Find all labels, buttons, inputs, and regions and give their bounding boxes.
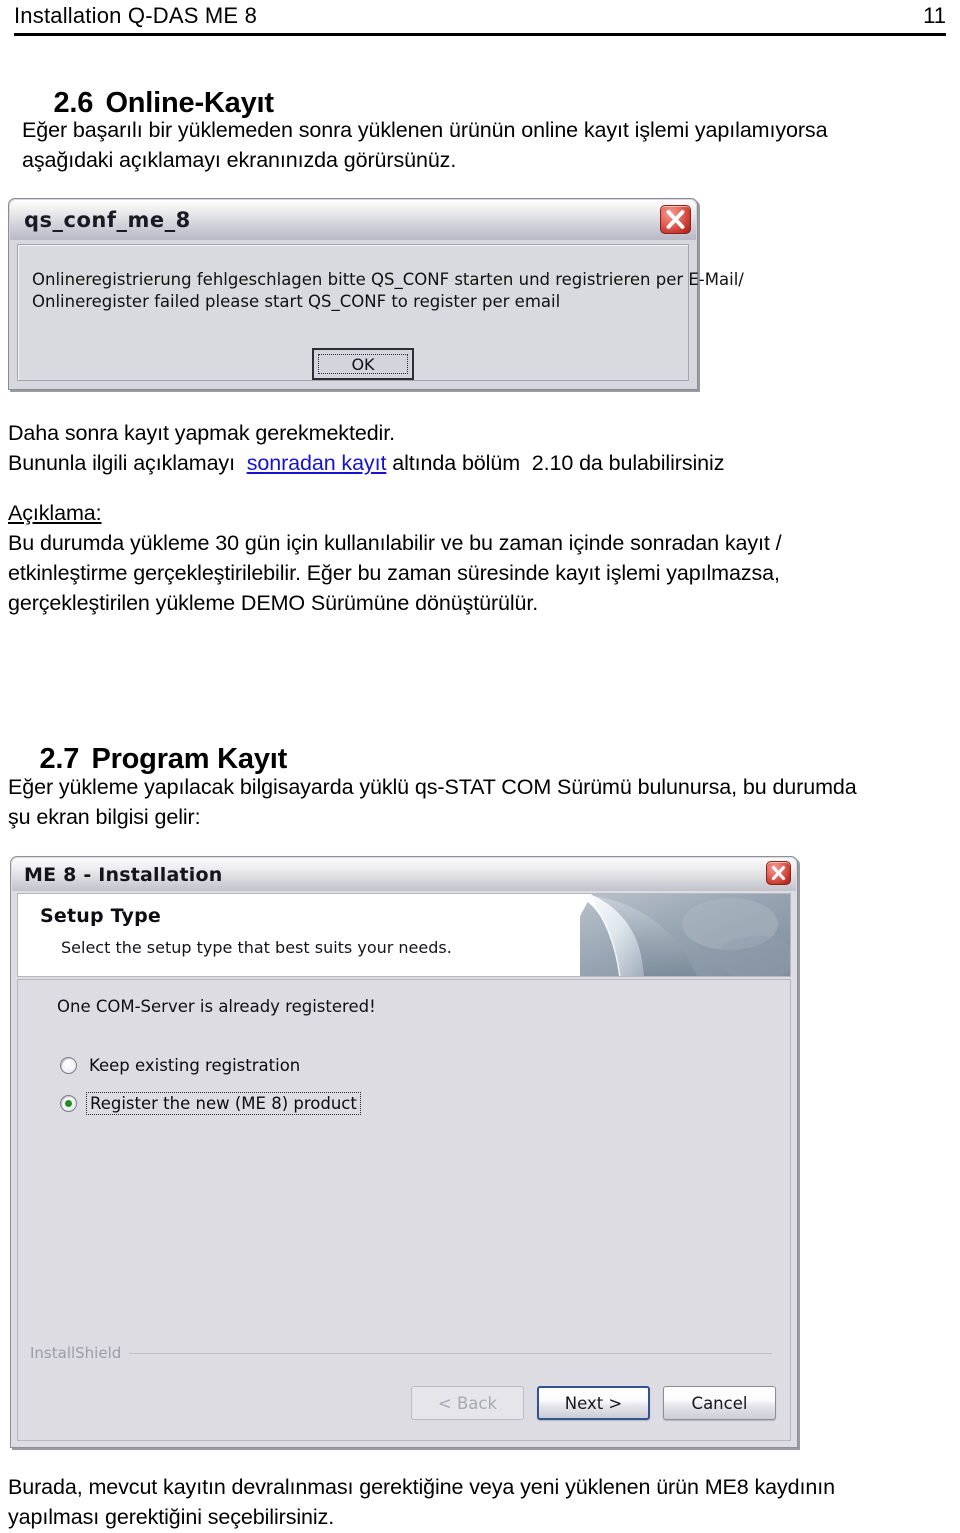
link-sonradan-kayit[interactable]: sonradan kayıt	[247, 451, 387, 475]
next-button-label: Next >	[564, 1393, 623, 1413]
dialog-title: ME 8 - Installation	[24, 863, 223, 886]
wizard-button-row: < Back Next > Cancel	[411, 1386, 776, 1420]
dialog-title-bar: qs_conf_me_8	[10, 200, 696, 240]
ok-button-label: OK	[318, 354, 408, 374]
paragraph-footer: Burada, mevcut kayıtın devralınması gere…	[8, 1472, 948, 1532]
radio-label: Register the new (ME 8) product	[86, 1091, 361, 1115]
banner-title: Setup Type	[40, 905, 161, 927]
paragraph-line: Eğer yükleme yapılacak bilgisayarda yükl…	[8, 775, 857, 799]
installshield-label: InstallShield	[30, 1344, 122, 1362]
radio-button-selected-icon[interactable]	[60, 1094, 77, 1112]
aciklama-heading: Açıklama:	[8, 501, 102, 525]
radio-register-new-product[interactable]: Register the new (ME 8) product	[60, 1090, 361, 1116]
banner-artwork-icon	[580, 894, 790, 976]
paragraph-line: Daha sonra kayıt yapmak gerekmektedir.	[8, 421, 395, 445]
text-before-link: Bununla ilgili açıklamayı	[8, 451, 247, 475]
paragraph-after-error: Daha sonra kayıt yapmak gerekmektedir. B…	[8, 418, 948, 478]
paragraph-line-with-link: Bununla ilgili açıklamayı sonradan kayıt…	[8, 448, 948, 478]
radio-label: Keep existing registration	[89, 1055, 301, 1075]
paragraph-line: Eğer başarılı bir yüklemeden sonra yükle…	[22, 118, 828, 142]
close-icon[interactable]	[766, 861, 791, 885]
dialog-title: qs_conf_me_8	[24, 208, 191, 232]
wizard-content: One COM-Server is already registered! Ke…	[17, 979, 791, 1441]
dialog-message-line: Onlineregister failed please start QS_CO…	[32, 292, 561, 311]
close-icon[interactable]	[660, 205, 691, 234]
paragraph-line: aşağıdaki açıklamayı ekranınızda görürsü…	[22, 148, 457, 172]
wizard-banner: Setup Type Select the setup type that be…	[17, 893, 791, 977]
next-button[interactable]: Next >	[537, 1386, 650, 1420]
paragraph-line: Burada, mevcut kayıtın devralınması gere…	[8, 1475, 835, 1499]
dialog-qs-conf-me-8: qs_conf_me_8 Onlineregistrierung fehlges…	[8, 198, 744, 390]
dialog-title-bar: ME 8 - Installation	[12, 858, 796, 891]
ok-button[interactable]: OK	[312, 348, 414, 380]
paragraph-line: etkinleştirme gerçekleştirilebilir. Eğer…	[8, 561, 780, 585]
installshield-brand: InstallShield	[30, 1344, 772, 1362]
dialog-message: Onlineregistrierung fehlgeschlagen bitte…	[32, 269, 744, 313]
page-running-header: Installation Q-DAS ME 8 11	[14, 2, 946, 36]
dialog-message-line: Onlineregistrierung fehlgeschlagen bitte…	[32, 270, 744, 289]
paragraph-line: yapılması gerektiğini seçebilirsiniz.	[8, 1505, 335, 1529]
dialog-me8-installation: ME 8 - Installation Setup Type Select th…	[10, 856, 798, 1448]
header-title: Installation Q-DAS ME 8	[14, 3, 258, 28]
text-after-link: altında bölüm 2.10 da bulabilirsiniz	[386, 451, 725, 475]
paragraph-aciklama: Açıklama: Bu durumda yükleme 30 gün için…	[8, 498, 948, 618]
back-button-label: < Back	[437, 1393, 498, 1413]
paragraph-line: şu ekran bilgisi gelir:	[8, 805, 201, 829]
paragraph-section-2-7-intro: Eğer yükleme yapılacak bilgisayarda yükl…	[8, 772, 948, 832]
paragraph-line: gerçekleştirilen yükleme DEMO Sürümüne d…	[8, 591, 539, 615]
heading-text-2-7: Program Kayıt	[91, 743, 288, 775]
divider	[129, 1352, 772, 1354]
setup-type-radio-group: Keep existing registration Register the …	[60, 1052, 361, 1128]
document-page: Installation Q-DAS ME 8 11 2.6 Online-Kay…	[0, 0, 960, 1533]
dialog-body: Onlineregistrierung fehlgeschlagen bitte…	[17, 244, 744, 381]
banner-subtitle: Select the setup type that best suits yo…	[61, 938, 452, 957]
back-button[interactable]: < Back	[411, 1386, 524, 1420]
radio-button-icon[interactable]	[60, 1056, 77, 1074]
radio-keep-existing-registration[interactable]: Keep existing registration	[60, 1052, 361, 1078]
paragraph-line: Bu durumda yükleme 30 gün için kullanıla…	[8, 531, 782, 555]
page-number: 11	[923, 3, 946, 28]
com-server-note: One COM-Server is already registered!	[57, 997, 376, 1016]
cancel-button[interactable]: Cancel	[663, 1386, 776, 1420]
paragraph-section-2-6-intro: Eğer başarılı bir yüklemeden sonra yükle…	[22, 115, 942, 175]
cancel-button-label: Cancel	[691, 1393, 748, 1413]
